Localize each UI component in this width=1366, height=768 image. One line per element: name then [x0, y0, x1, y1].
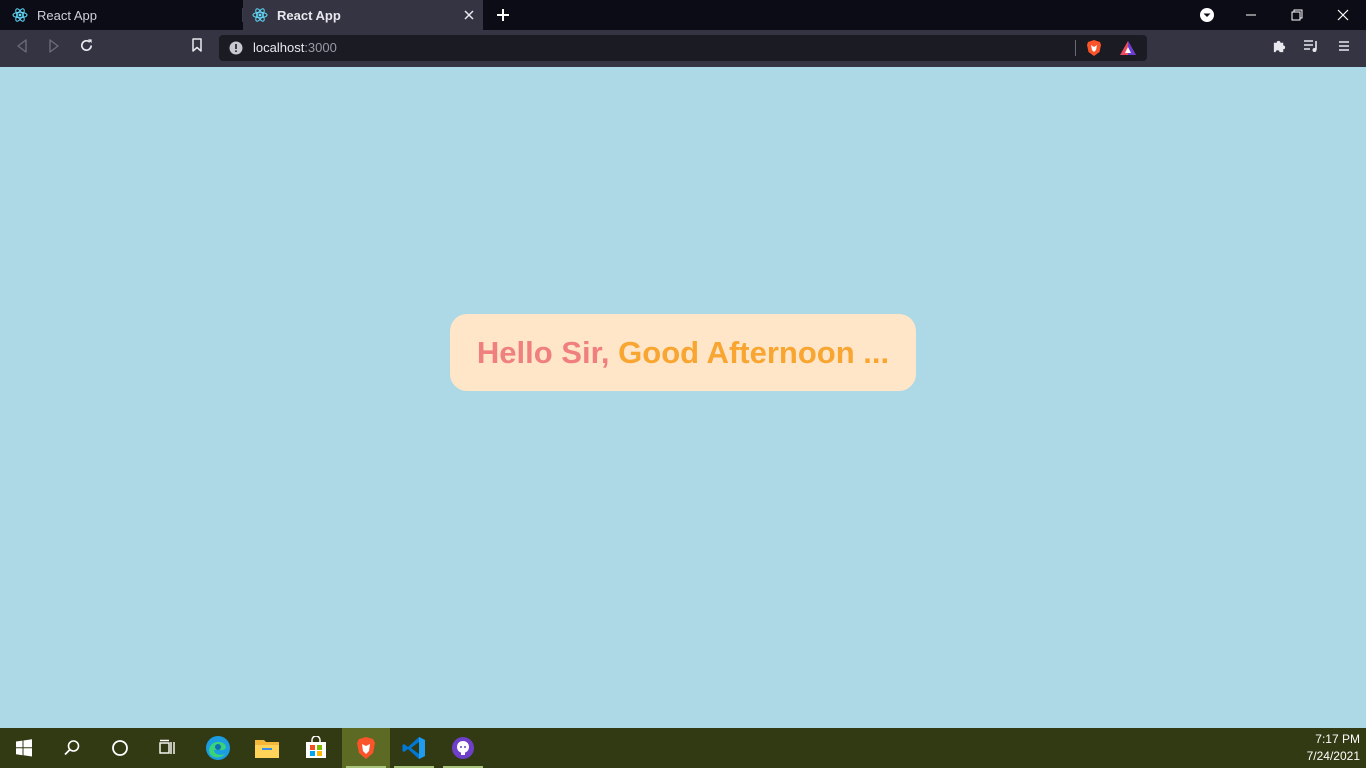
react-icon — [252, 7, 268, 23]
back-button[interactable] — [11, 38, 33, 58]
clock-time: 7:17 PM — [1315, 732, 1360, 746]
info-icon[interactable] — [229, 41, 243, 55]
profile-dropdown-icon[interactable] — [1184, 0, 1230, 30]
bookmark-button[interactable] — [186, 38, 208, 58]
browser-tab-strip: React App React App — [0, 0, 1366, 30]
task-view-icon[interactable] — [144, 728, 192, 768]
url-host: localhost — [253, 40, 305, 55]
store-icon[interactable] — [292, 728, 340, 768]
file-explorer-icon[interactable] — [243, 728, 291, 768]
edge-icon[interactable] — [194, 728, 242, 768]
greeting-time-text: Good Afternoon ... — [618, 334, 890, 370]
windows-start-icon[interactable] — [0, 728, 48, 768]
tab-react-app-2[interactable]: React App — [243, 0, 483, 30]
windows-taskbar: 7:17 PM 7/24/2021 — [0, 728, 1366, 768]
address-bar[interactable]: localhost:3000 — [219, 35, 1147, 61]
browser-toolbar: localhost:3000 — [0, 30, 1366, 67]
new-tab-button[interactable] — [493, 5, 513, 25]
hamburger-icon — [1338, 39, 1350, 57]
cortana-icon[interactable] — [96, 728, 144, 768]
forward-button[interactable] — [43, 38, 65, 58]
bookmark-icon — [191, 38, 203, 58]
playlist-icon — [1303, 39, 1319, 58]
clock-date: 7/24/2021 — [1306, 749, 1360, 763]
tab-close-icon[interactable] — [461, 7, 477, 23]
greeting-hello-text: Hello Sir, — [476, 334, 619, 370]
menu-button[interactable] — [1333, 38, 1355, 58]
reload-button[interactable] — [75, 38, 97, 58]
greeting-card: Hello Sir, Good Afternoon ... — [450, 314, 916, 391]
url-text: localhost:3000 — [253, 40, 337, 55]
system-clock[interactable]: 7:17 PM 7/24/2021 — [1307, 731, 1360, 765]
arrow-left-icon — [16, 38, 28, 58]
tab-title: React App — [37, 7, 97, 23]
brave-shield-icon[interactable] — [1085, 39, 1103, 57]
tab-title: React App — [277, 7, 341, 23]
search-icon[interactable] — [48, 728, 96, 768]
media-button[interactable] — [1300, 38, 1322, 58]
greeting-heading: Hello Sir, Good Afternoon ... — [477, 335, 889, 371]
github-desktop-icon[interactable] — [439, 728, 487, 768]
restore-icon[interactable] — [1274, 0, 1320, 30]
arrow-right-icon — [48, 38, 60, 58]
minimize-icon[interactable] — [1228, 0, 1274, 30]
url-port: :3000 — [304, 40, 337, 55]
vscode-icon[interactable] — [390, 728, 438, 768]
reload-icon — [79, 38, 94, 58]
close-icon[interactable] — [1320, 0, 1366, 30]
page-viewport: Hello Sir, Good Afternoon ... — [0, 67, 1366, 728]
brave-rewards-icon[interactable] — [1119, 39, 1137, 57]
react-icon — [12, 7, 28, 23]
puzzle-icon — [1272, 38, 1287, 58]
brave-icon[interactable] — [342, 728, 390, 768]
omnibox-divider — [1075, 40, 1076, 56]
extensions-button[interactable] — [1268, 38, 1290, 58]
tab-react-app-1[interactable]: React App — [0, 0, 242, 30]
